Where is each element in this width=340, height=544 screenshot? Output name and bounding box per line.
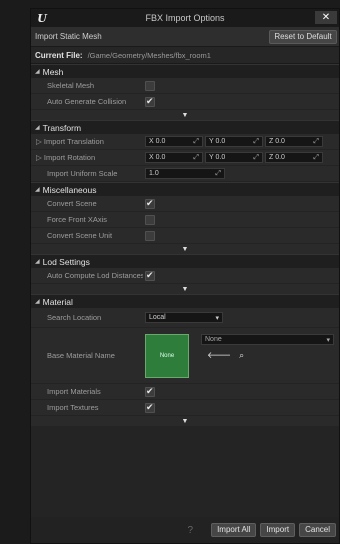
expand-advanced-arrow-icon[interactable]: ▼ [31, 244, 339, 254]
prop-convert-scene: Convert Scene [31, 196, 339, 212]
section-title: Lod Settings [42, 256, 90, 267]
fbx-import-window: U FBX Import Options ✕ Import Static Mes… [30, 8, 340, 544]
current-file-path: /Game/Geometry/Meshes/fbx_room1 [87, 50, 211, 60]
section-miscellaneous[interactable]: ◢ Miscellaneous [31, 182, 339, 196]
import-button[interactable]: Import [260, 523, 296, 537]
expand-advanced-arrow-icon[interactable]: ▼ [31, 416, 339, 426]
prop-search-location: Search Location Local ▾ [31, 308, 339, 328]
expand-advanced-arrow-icon[interactable]: ▼ [31, 284, 339, 294]
section-title: Mesh [42, 66, 64, 77]
collapse-triangle-icon: ◢ [35, 259, 40, 265]
prop-label: Import Materials [47, 387, 101, 396]
translation-x-field[interactable]: X 0.0 ⤢ [145, 136, 203, 147]
import-textures-checkbox[interactable] [145, 402, 155, 413]
uniform-scale-field[interactable]: 1.0 ⤢ [145, 168, 225, 179]
rotation-y-field[interactable]: Y 0.0 ⤢ [205, 152, 263, 163]
collapse-triangle-icon: ◢ [35, 125, 40, 131]
collapse-triangle-icon: ◢ [35, 299, 40, 305]
current-file-label: Current File: [35, 50, 83, 60]
rotation-x-field[interactable]: X 0.0 ⤢ [145, 152, 203, 163]
cancel-button[interactable]: Cancel [299, 523, 336, 537]
convert-scene-unit-checkbox[interactable] [145, 230, 155, 241]
material-thumbnail[interactable]: None [145, 334, 189, 378]
prop-import-materials: Import Materials [31, 384, 339, 400]
prop-label: Import Textures [47, 403, 99, 412]
prop-import-rotation: ▷ Import Rotation X 0.0 ⤢ Y 0.0 ⤢ Z 0.0 ⤢ [31, 150, 339, 166]
prop-label: Force Front XAxis [47, 215, 108, 224]
auto-compute-lod-checkbox[interactable] [145, 270, 155, 281]
title-bar: U FBX Import Options ✕ [31, 9, 339, 27]
section-title: Miscellaneous [42, 184, 97, 195]
force-front-xaxis-checkbox[interactable] [145, 214, 155, 225]
prop-import-uniform-scale: Import Uniform Scale 1.0 ⤢ [31, 166, 339, 182]
prop-convert-scene-unit: Convert Scene Unit [31, 228, 339, 244]
convert-scene-checkbox[interactable] [145, 198, 155, 209]
section-transform[interactable]: ◢ Transform [31, 120, 339, 134]
section-lod-settings[interactable]: ◢ Lod Settings [31, 254, 339, 268]
section-material[interactable]: ◢ Material [31, 294, 339, 308]
base-material-dropdown[interactable]: None ▾ [201, 334, 334, 345]
prop-import-translation: ▷ Import Translation X 0.0 ⤢ Y 0.0 ⤢ Z 0.0… [31, 134, 339, 150]
close-button[interactable]: ✕ [315, 11, 337, 24]
import-all-button[interactable]: Import All [211, 523, 257, 537]
prop-label: ▷ Import Translation [36, 137, 104, 146]
translation-z-field[interactable]: Z 0.0 ⤢ [265, 136, 323, 147]
prop-label: Convert Scene Unit [47, 231, 113, 240]
prop-label: ▷ Import Rotation [36, 153, 96, 162]
search-location-dropdown[interactable]: Local ▾ [145, 312, 223, 323]
expand-advanced-arrow-icon[interactable]: ▼ [31, 110, 339, 120]
prop-import-textures: Import Textures [31, 400, 339, 416]
import-materials-checkbox[interactable] [145, 386, 155, 397]
rotation-z-field[interactable]: Z 0.0 ⤢ [265, 152, 323, 163]
prop-auto-compute-lod: Auto Compute Lod Distances [31, 268, 339, 284]
current-file-row: Current File: /Game/Geometry/Meshes/fbx_… [31, 47, 339, 64]
chevron-down-icon: ▾ [215, 314, 219, 322]
import-type-row: Import Static Mesh Reset to Default [31, 27, 339, 47]
reset-to-default-button[interactable]: Reset to Default [269, 30, 337, 44]
section-mesh[interactable]: ◢ Mesh [31, 64, 339, 78]
section-title: Material [42, 296, 73, 307]
browse-search-icon[interactable]: ⌕ [239, 350, 244, 361]
prop-label: Base Material Name [47, 351, 115, 360]
prop-label: Auto Generate Collision [47, 97, 127, 106]
auto-collision-checkbox[interactable] [145, 96, 155, 107]
window-title: FBX Import Options [145, 13, 225, 23]
collapse-triangle-icon: ◢ [35, 187, 40, 193]
prop-label: Import Uniform Scale [47, 169, 118, 178]
use-selected-arrow-icon[interactable]: 🡐 [207, 350, 231, 361]
prop-label: Search Location [47, 313, 102, 322]
prop-skeletal-mesh: Skeletal Mesh [31, 78, 339, 94]
footer-bar: ? Import All Import Cancel [31, 517, 339, 543]
help-icon[interactable]: ? [188, 525, 194, 536]
chevron-down-icon: ▾ [326, 336, 330, 344]
prop-auto-collision: Auto Generate Collision [31, 94, 339, 110]
prop-label: Skeletal Mesh [47, 81, 95, 90]
prop-force-front-xaxis: Force Front XAxis [31, 212, 339, 228]
import-type-label: Import Static Mesh [35, 32, 102, 41]
prop-label: Auto Compute Lod Distances [47, 271, 143, 280]
prop-label: Convert Scene [47, 199, 97, 208]
section-title: Transform [42, 122, 82, 133]
skeletal-mesh-checkbox[interactable] [145, 80, 155, 91]
translation-y-field[interactable]: Y 0.0 ⤢ [205, 136, 263, 147]
collapse-triangle-icon: ◢ [35, 69, 40, 75]
prop-base-material-name: Base Material Name None None ▾ 🡐 ⌕ [31, 328, 339, 384]
